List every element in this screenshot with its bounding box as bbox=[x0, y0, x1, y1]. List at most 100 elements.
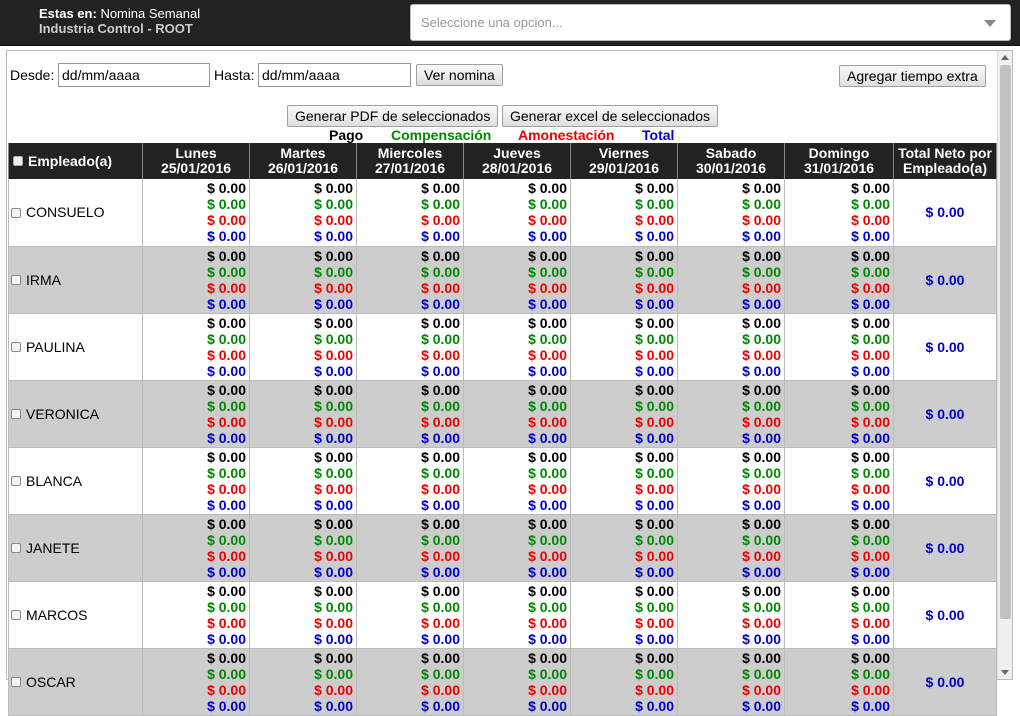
generate-pdf-button[interactable]: Generar PDF de seleccionados bbox=[287, 105, 499, 127]
day-amount-cell: $ 0.00 $ 0.00 $ 0.00 $ 0.00 bbox=[570, 447, 678, 515]
employee-checkbox[interactable] bbox=[11, 475, 21, 486]
net-total-value: $ 0.00 bbox=[893, 514, 997, 582]
compensacion-value: $ 0.00 bbox=[851, 196, 890, 212]
amonestacion-value: $ 0.00 bbox=[851, 212, 890, 228]
amonestacion-value: $ 0.00 bbox=[851, 681, 890, 698]
day-amount-cell: $ 0.00 $ 0.00 $ 0.00 $ 0.00 bbox=[463, 179, 571, 247]
total-value: $ 0.00 bbox=[421, 228, 460, 244]
employee-checkbox[interactable] bbox=[11, 676, 21, 687]
pago-value: $ 0.00 bbox=[851, 381, 890, 398]
pago-value: $ 0.00 bbox=[421, 247, 460, 264]
employee-checkbox[interactable] bbox=[11, 207, 21, 218]
table-row: PAULINA $ 0.00 $ 0.00 $ 0.00 $ 0.00 $ 0.00 $ 0… bbox=[8, 313, 997, 381]
amonestacion-value: $ 0.00 bbox=[528, 681, 567, 698]
total-value: $ 0.00 bbox=[851, 228, 890, 244]
compensacion-value: $ 0.00 bbox=[421, 531, 460, 548]
total-value: $ 0.00 bbox=[635, 697, 674, 714]
amonestacion-value: $ 0.00 bbox=[742, 212, 781, 228]
payroll-table: Empleado(a) Lunes 25/01/2016 Martes 26/01/… bbox=[8, 143, 997, 716]
pago-value: $ 0.00 bbox=[635, 381, 674, 398]
hasta-date-input[interactable] bbox=[258, 63, 411, 87]
compensacion-value: $ 0.00 bbox=[635, 665, 674, 682]
amonestacion-value: $ 0.00 bbox=[528, 212, 567, 228]
compensacion-value: $ 0.00 bbox=[851, 263, 890, 280]
scroll-up-icon[interactable] bbox=[1001, 55, 1009, 60]
compensacion-value: $ 0.00 bbox=[314, 531, 353, 548]
pago-value: $ 0.00 bbox=[207, 247, 246, 264]
total-value: $ 0.00 bbox=[207, 563, 246, 580]
pago-value: $ 0.00 bbox=[314, 247, 353, 264]
day-name: Martes bbox=[280, 145, 326, 161]
day-amount-cell: $ 0.00 $ 0.00 $ 0.00 $ 0.00 bbox=[677, 380, 785, 448]
amonestacion-value: $ 0.00 bbox=[635, 480, 674, 497]
amonestacion-value: $ 0.00 bbox=[421, 681, 460, 698]
compensacion-value: $ 0.00 bbox=[528, 665, 567, 682]
location-label: Estas en: bbox=[39, 6, 97, 21]
net-total-value: $ 0.00 bbox=[893, 648, 997, 716]
compensacion-value: $ 0.00 bbox=[421, 263, 460, 280]
day-amount-cell: $ 0.00 $ 0.00 $ 0.00 $ 0.00 bbox=[677, 246, 785, 314]
amonestacion-value: $ 0.00 bbox=[635, 681, 674, 698]
employee-checkbox[interactable] bbox=[11, 341, 21, 352]
day-column-header: Domingo 31/01/2016 bbox=[784, 143, 894, 179]
desde-date-input[interactable] bbox=[58, 63, 210, 87]
amonestacion-value: $ 0.00 bbox=[635, 614, 674, 631]
amonestacion-value: $ 0.00 bbox=[314, 346, 353, 363]
compensacion-value: $ 0.00 bbox=[851, 464, 890, 481]
agregar-tiempo-extra-button[interactable]: Agregar tiempo extra bbox=[839, 65, 986, 87]
day-amount-cell: $ 0.00 $ 0.00 $ 0.00 $ 0.00 bbox=[784, 581, 894, 649]
pago-value: $ 0.00 bbox=[314, 448, 353, 465]
option-select[interactable]: Seleccione una opcion... bbox=[410, 4, 1011, 41]
table-row: IRMA $ 0.00 $ 0.00 $ 0.00 $ 0.00 $ 0.00 $ 0.00… bbox=[8, 246, 997, 314]
day-amount-cell: $ 0.00 $ 0.00 $ 0.00 $ 0.00 bbox=[249, 246, 357, 314]
net-header-line-2: Empleado(a) bbox=[902, 160, 987, 176]
compensacion-value: $ 0.00 bbox=[314, 196, 353, 212]
select-all-checkbox[interactable] bbox=[13, 155, 23, 166]
day-date: 25/01/2016 bbox=[160, 160, 232, 176]
scrollbar-thumb[interactable] bbox=[1000, 65, 1011, 619]
total-value: $ 0.00 bbox=[742, 697, 781, 714]
amonestacion-value: $ 0.00 bbox=[207, 413, 246, 430]
scroll-down-icon[interactable] bbox=[1001, 670, 1009, 675]
generate-excel-button[interactable]: Generar excel de seleccionados bbox=[502, 105, 719, 127]
day-name: Miercoles bbox=[377, 145, 443, 161]
day-amount-cell: $ 0.00 $ 0.00 $ 0.00 $ 0.00 bbox=[249, 648, 357, 716]
amonestacion-value: $ 0.00 bbox=[851, 413, 890, 430]
vertical-scrollbar[interactable] bbox=[997, 51, 1012, 679]
amonestacion-value: $ 0.00 bbox=[742, 480, 781, 497]
company-name: Industria Control - ROOT bbox=[39, 21, 193, 36]
pago-value: $ 0.00 bbox=[742, 314, 781, 331]
employee-checkbox[interactable] bbox=[11, 542, 21, 553]
employee-checkbox[interactable] bbox=[11, 408, 21, 419]
total-value: $ 0.00 bbox=[635, 295, 674, 312]
compensacion-value: $ 0.00 bbox=[314, 330, 353, 347]
employee-cell: MARCOS bbox=[8, 581, 143, 649]
total-value: $ 0.00 bbox=[207, 295, 246, 312]
amonestacion-value: $ 0.00 bbox=[207, 480, 246, 497]
amonestacion-value: $ 0.00 bbox=[421, 480, 460, 497]
employee-checkbox[interactable] bbox=[11, 609, 21, 620]
ver-nomina-button[interactable]: Ver nomina bbox=[416, 64, 503, 86]
pago-value: $ 0.00 bbox=[635, 448, 674, 465]
compensacion-value: $ 0.00 bbox=[528, 330, 567, 347]
compensacion-value: $ 0.00 bbox=[742, 464, 781, 481]
day-column-header: Miercoles 27/01/2016 bbox=[356, 143, 464, 179]
hasta-label: Hasta: bbox=[214, 67, 255, 83]
amonestacion-value: $ 0.00 bbox=[742, 547, 781, 564]
legend-pago: Pago bbox=[329, 127, 364, 143]
table-row: OSCAR $ 0.00 $ 0.00 $ 0.00 $ 0.00 $ 0.00 $ 0.0… bbox=[8, 648, 997, 716]
net-total-value: $ 0.00 bbox=[893, 380, 997, 448]
net-total-value: $ 0.00 bbox=[893, 246, 997, 314]
table-row: VERONICA $ 0.00 $ 0.00 $ 0.00 $ 0.00 $ 0.00 $ … bbox=[8, 380, 997, 448]
day-amount-cell: $ 0.00 $ 0.00 $ 0.00 $ 0.00 bbox=[677, 648, 785, 716]
chevron-down-icon[interactable] bbox=[984, 20, 996, 27]
employee-checkbox[interactable] bbox=[11, 274, 21, 285]
day-amount-cell: $ 0.00 $ 0.00 $ 0.00 $ 0.00 bbox=[570, 648, 678, 716]
day-amount-cell: $ 0.00 $ 0.00 $ 0.00 $ 0.00 bbox=[142, 179, 250, 247]
pago-value: $ 0.00 bbox=[851, 649, 890, 666]
total-value: $ 0.00 bbox=[314, 563, 353, 580]
total-value: $ 0.00 bbox=[528, 496, 567, 513]
compensacion-value: $ 0.00 bbox=[635, 598, 674, 615]
compensacion-value: $ 0.00 bbox=[635, 263, 674, 280]
pago-value: $ 0.00 bbox=[528, 448, 567, 465]
